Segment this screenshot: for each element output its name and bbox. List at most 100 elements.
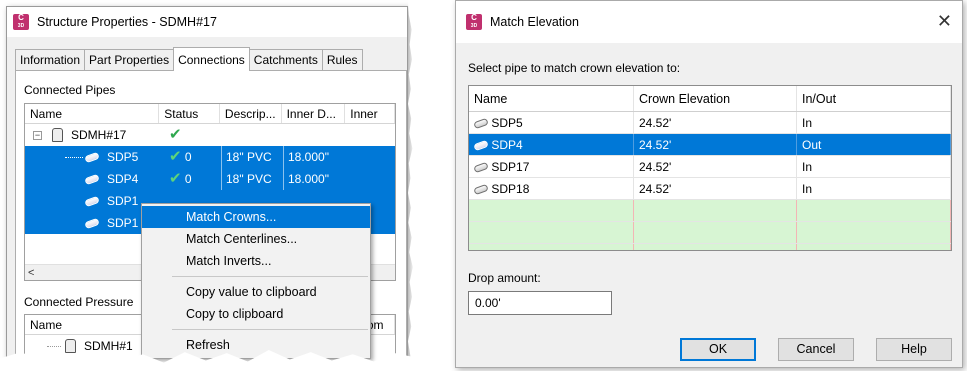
help-button[interactable]: Help	[876, 338, 952, 361]
grid-header: Name Status Descrip... Inner D... Inner	[25, 104, 395, 124]
match-elevation-dialog: C 3D Match Elevation ✕ Select pipe to mat…	[455, 0, 963, 368]
col-in-out[interactable]: In/Out	[797, 86, 951, 111]
table-header: Name Crown Elevation In/Out	[469, 86, 951, 112]
select-pipe-prompt: Select pipe to match crown elevation to:	[468, 61, 681, 75]
inout-cell: In	[797, 178, 951, 199]
manhole-icon	[52, 128, 63, 142]
inner-diameter-cell: 18.000"	[283, 168, 329, 190]
inout-cell: In	[797, 112, 951, 133]
context-menu: Match Crowns... Match Centerlines... Mat…	[141, 203, 371, 359]
col-status[interactable]: Status	[159, 104, 220, 123]
table-row[interactable]: SDP5 24.52' In	[469, 112, 951, 134]
pipe-name: SDP1	[107, 194, 139, 208]
crown-cell: 24.52'	[634, 134, 797, 155]
tree-branch	[65, 157, 83, 158]
status-value: 0	[184, 150, 192, 164]
col-description[interactable]: Descrip...	[220, 104, 282, 123]
menu-refresh[interactable]: Refresh	[142, 334, 370, 356]
tab-part-properties[interactable]: Part Properties	[84, 49, 175, 71]
description-cell: 18" PVC	[221, 146, 272, 168]
pipe-row[interactable]: SDP5 ✔ 0 18" PVC 18.000"	[25, 146, 395, 168]
table-row[interactable]: SDP18 24.52' In	[469, 178, 951, 200]
pipe-name: SDP18	[491, 182, 530, 196]
empty-row	[469, 200, 951, 222]
crown-cell: 24.52'	[634, 178, 797, 199]
status-value: 0	[184, 172, 192, 186]
pipe-name: SDP4	[491, 138, 523, 152]
collapse-icon[interactable]: −	[33, 130, 42, 140]
col-name[interactable]: Name	[469, 86, 634, 111]
inner-diameter-cell: 18.000"	[283, 146, 329, 168]
pipe-icon	[84, 151, 100, 163]
pipe-name: SDP5	[107, 150, 139, 164]
pipe-name: SDP1	[107, 216, 139, 230]
menu-copy-clipboard[interactable]: Copy to clipboard	[142, 303, 370, 325]
col-inner-diameter[interactable]: Inner D...	[282, 104, 346, 123]
col-inner[interactable]: Inner	[345, 104, 395, 123]
name-cell: SDP17	[469, 156, 634, 177]
ok-button[interactable]: OK	[680, 338, 756, 361]
pipe-name: SDP5	[491, 116, 523, 130]
drop-amount-input[interactable]: 0.00'	[468, 291, 612, 315]
status-cell: ✔ 0	[165, 146, 192, 168]
status-ok-icon: ✔	[169, 148, 182, 165]
dialog-title: Structure Properties - SDMH#17	[37, 15, 217, 29]
pipe-elevation-table: Name Crown Elevation In/Out SDP5 24.52' …	[468, 85, 952, 251]
status-ok-icon: ✔	[169, 126, 182, 143]
cancel-button[interactable]: Cancel	[778, 338, 854, 361]
pipe-icon	[473, 184, 489, 196]
inout-cell: Out	[797, 134, 951, 155]
menu-match-inverts[interactable]: Match Inverts...	[142, 250, 370, 272]
drop-amount-label: Drop amount:	[468, 271, 541, 285]
title-bar: C 3D Match Elevation ✕	[456, 1, 962, 43]
civil3d-app-icon: C 3D	[13, 14, 29, 30]
empty-row	[469, 222, 951, 244]
table-row[interactable]: SDP17 24.52' In	[469, 156, 951, 178]
col-name[interactable]: Name	[25, 104, 160, 123]
inout-cell: In	[797, 156, 951, 177]
structure-name: SDMH#1	[84, 339, 133, 353]
title-bar: C 3D Structure Properties - SDMH#17	[7, 7, 407, 37]
crown-cell: 24.52'	[634, 156, 797, 177]
description-cell: 18" PVC	[221, 168, 272, 190]
col-crown-elevation[interactable]: Crown Elevation	[634, 86, 797, 111]
scroll-left-icon[interactable]: <	[28, 265, 34, 280]
pipe-icon	[473, 118, 489, 130]
menu-separator	[172, 329, 368, 330]
empty-row	[469, 244, 951, 250]
menu-separator	[172, 276, 368, 277]
table-row-selected[interactable]: SDP4 24.52' Out	[469, 134, 951, 156]
tab-catchments[interactable]: Catchments	[248, 49, 323, 71]
tab-strip: Information Part Properties Connections …	[15, 47, 363, 71]
pipe-icon	[473, 140, 489, 152]
connected-pressure-label: Connected Pressure	[24, 295, 134, 309]
name-cell: SDP18	[469, 178, 634, 199]
structure-name: SDMH#17	[71, 128, 127, 142]
menu-match-centerlines[interactable]: Match Centerlines...	[142, 228, 370, 250]
dialog-title: Match Elevation	[490, 15, 579, 29]
pipe-icon	[84, 217, 100, 229]
pipe-row[interactable]: SDP4 ✔ 0 18" PVC 18.000"	[25, 168, 395, 190]
status-cell: ✔ 0	[165, 168, 192, 190]
tree-branch	[47, 346, 61, 347]
pipe-icon	[84, 173, 100, 185]
name-cell: SDP4	[469, 134, 634, 155]
tab-connections[interactable]: Connections	[173, 47, 250, 71]
menu-copy-value[interactable]: Copy value to clipboard	[142, 281, 370, 303]
civil3d-app-icon: C 3D	[466, 14, 482, 30]
structure-row[interactable]: − SDMH#17 ✔	[25, 124, 395, 146]
name-cell: SDP5	[469, 112, 634, 133]
tab-rules[interactable]: Rules	[321, 49, 363, 71]
manhole-icon	[65, 339, 76, 353]
menu-match-crowns[interactable]: Match Crowns...	[142, 206, 370, 228]
crown-cell: 24.52'	[634, 112, 797, 133]
torn-edge-decoration	[408, 0, 448, 371]
pipe-name: SDP17	[491, 160, 530, 174]
connected-pipes-label: Connected Pipes	[24, 83, 116, 97]
status-ok-icon: ✔	[169, 170, 182, 187]
close-icon[interactable]: ✕	[937, 12, 952, 30]
pipe-name: SDP4	[107, 172, 139, 186]
pipe-icon	[84, 195, 100, 207]
pipe-icon	[473, 162, 489, 174]
tab-information[interactable]: Information	[15, 49, 86, 71]
